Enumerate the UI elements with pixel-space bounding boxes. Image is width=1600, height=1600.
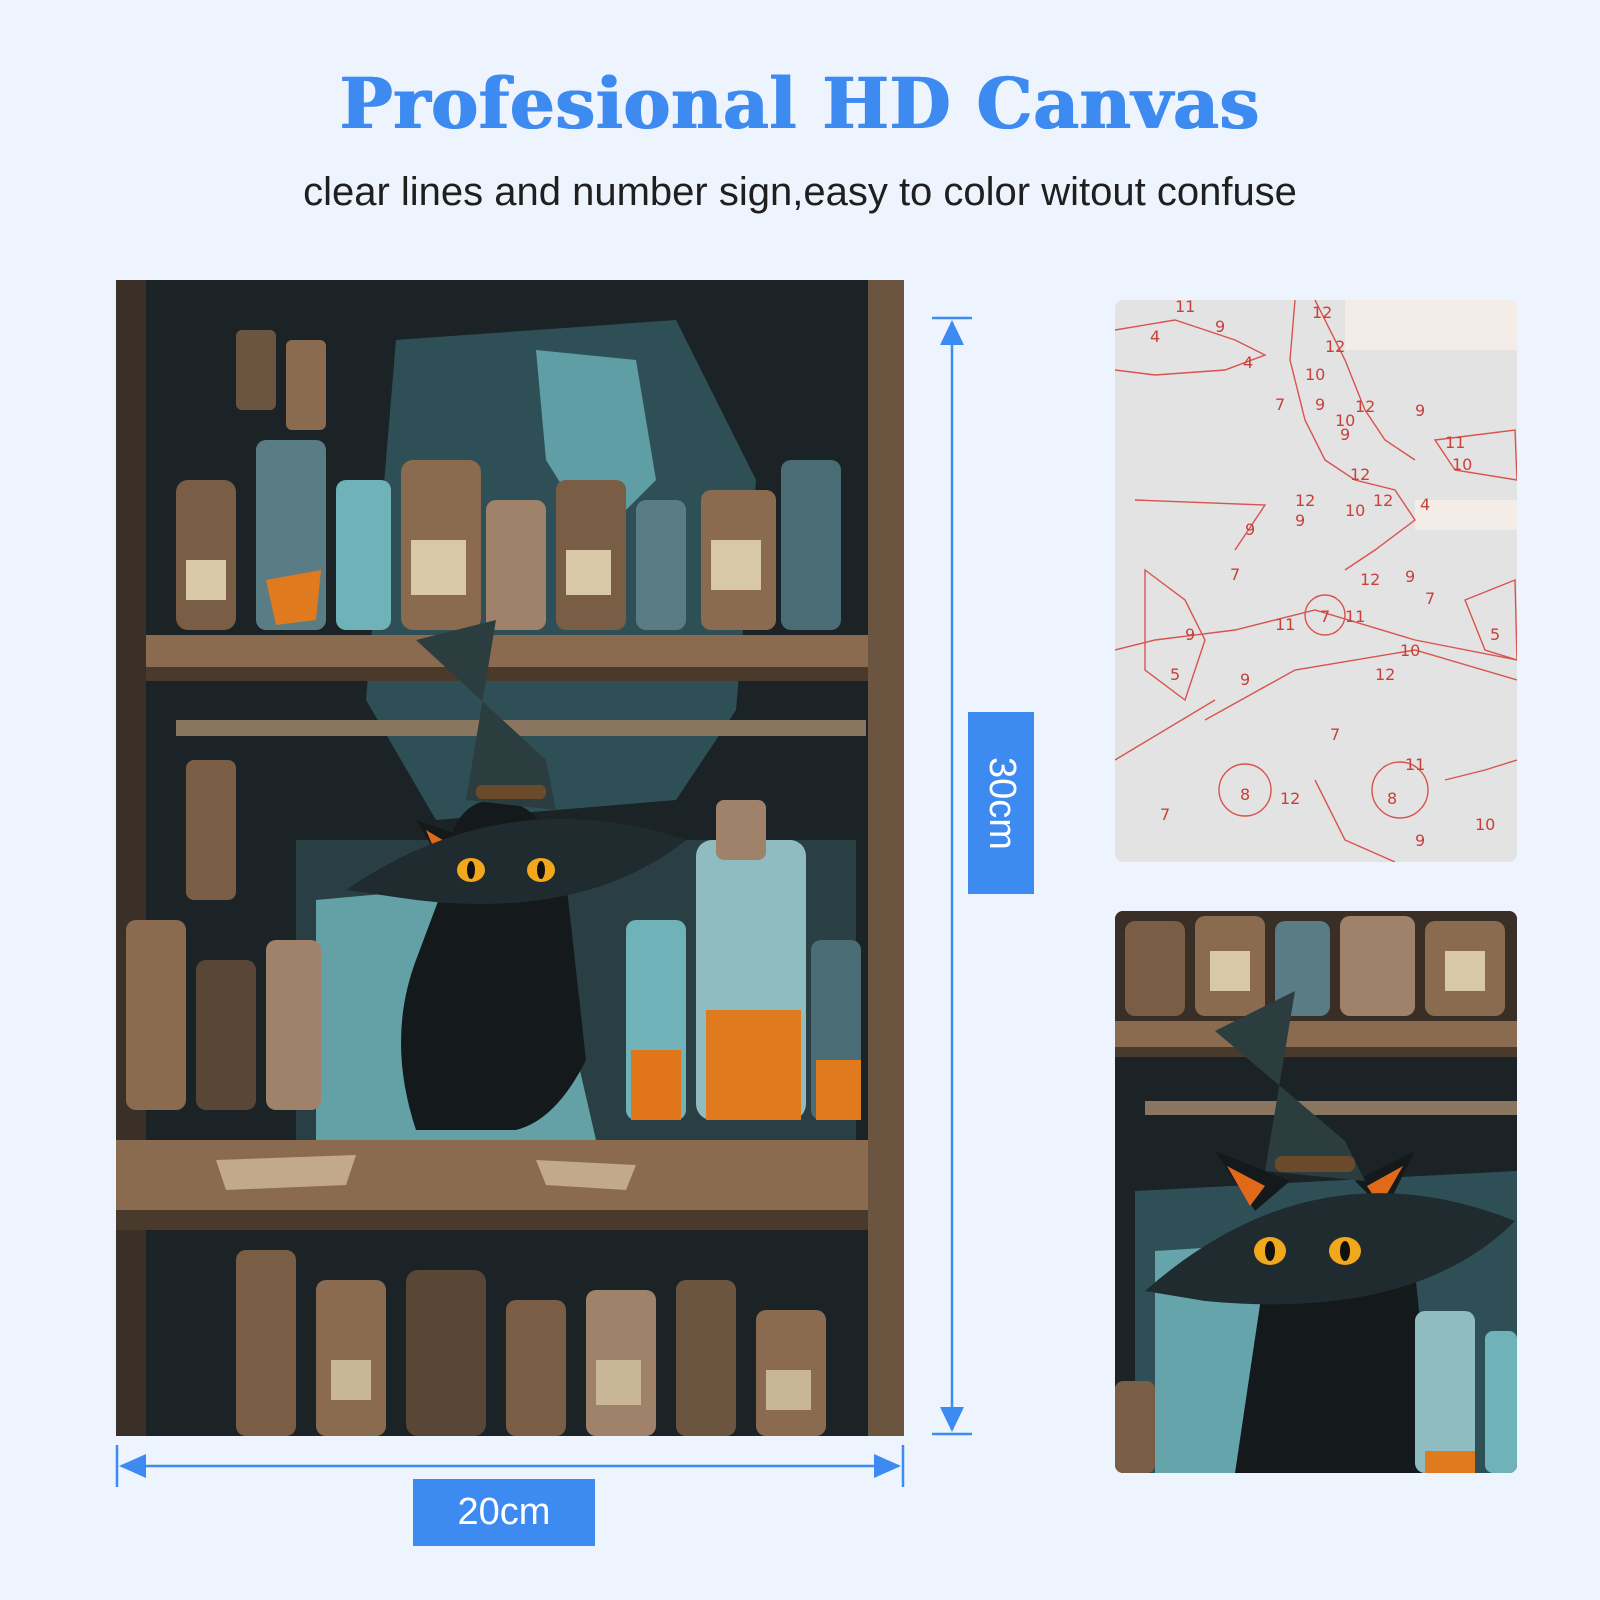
svg-text:11: 11	[1345, 607, 1365, 626]
svg-text:12: 12	[1375, 665, 1395, 684]
height-dimension-badge: 30cm	[968, 712, 1034, 894]
svg-text:12: 12	[1350, 465, 1370, 484]
svg-text:11: 11	[1445, 433, 1465, 452]
svg-text:10: 10	[1475, 815, 1495, 834]
svg-text:9: 9	[1295, 511, 1305, 530]
svg-text:9: 9	[1315, 395, 1325, 414]
svg-text:7: 7	[1160, 805, 1170, 824]
svg-text:5: 5	[1170, 665, 1180, 684]
svg-text:10: 10	[1335, 411, 1355, 430]
svg-text:12: 12	[1280, 789, 1300, 808]
canvas-painting-image	[116, 280, 904, 1436]
svg-text:10: 10	[1452, 455, 1472, 474]
svg-text:4: 4	[1420, 495, 1430, 514]
svg-text:4: 4	[1150, 327, 1160, 346]
svg-text:11: 11	[1275, 615, 1295, 634]
svg-text:12: 12	[1373, 491, 1393, 510]
svg-text:9: 9	[1215, 317, 1225, 336]
numbered-outline-sketch-image: 1194 121210 499 127 9 101012 1110 4 12912 …	[1115, 300, 1517, 862]
svg-text:12: 12	[1355, 397, 1375, 416]
svg-text:7: 7	[1330, 725, 1340, 744]
svg-text:11: 11	[1175, 300, 1195, 316]
svg-text:10: 10	[1345, 501, 1365, 520]
page-title: Profesional HD Canvas	[339, 62, 1261, 145]
svg-text:8: 8	[1240, 785, 1250, 804]
svg-text:4: 4	[1243, 353, 1253, 372]
height-dimension-label: 30cm	[980, 756, 1023, 850]
svg-text:9: 9	[1405, 567, 1415, 586]
page-subtitle: clear lines and number sign,easy to colo…	[303, 170, 1297, 214]
painting-closeup-image	[1115, 911, 1517, 1473]
svg-text:7: 7	[1275, 395, 1285, 414]
svg-text:7: 7	[1230, 565, 1240, 584]
svg-text:9: 9	[1185, 625, 1195, 644]
svg-text:12: 12	[1360, 570, 1380, 589]
svg-text:7: 7	[1320, 607, 1330, 626]
svg-text:5: 5	[1490, 625, 1500, 644]
svg-text:12: 12	[1312, 303, 1332, 322]
svg-text:10: 10	[1305, 365, 1325, 384]
width-dimension-badge: 20cm	[413, 1479, 595, 1546]
svg-text:12: 12	[1325, 337, 1345, 356]
svg-text:8: 8	[1387, 789, 1397, 808]
svg-text:9: 9	[1240, 670, 1250, 689]
svg-text:10: 10	[1400, 641, 1420, 660]
svg-text:9: 9	[1415, 401, 1425, 420]
svg-text:9: 9	[1245, 520, 1255, 539]
svg-text:12: 12	[1295, 491, 1315, 510]
svg-text:9: 9	[1415, 831, 1425, 850]
svg-text:7: 7	[1425, 589, 1435, 608]
svg-text:11: 11	[1405, 755, 1425, 774]
